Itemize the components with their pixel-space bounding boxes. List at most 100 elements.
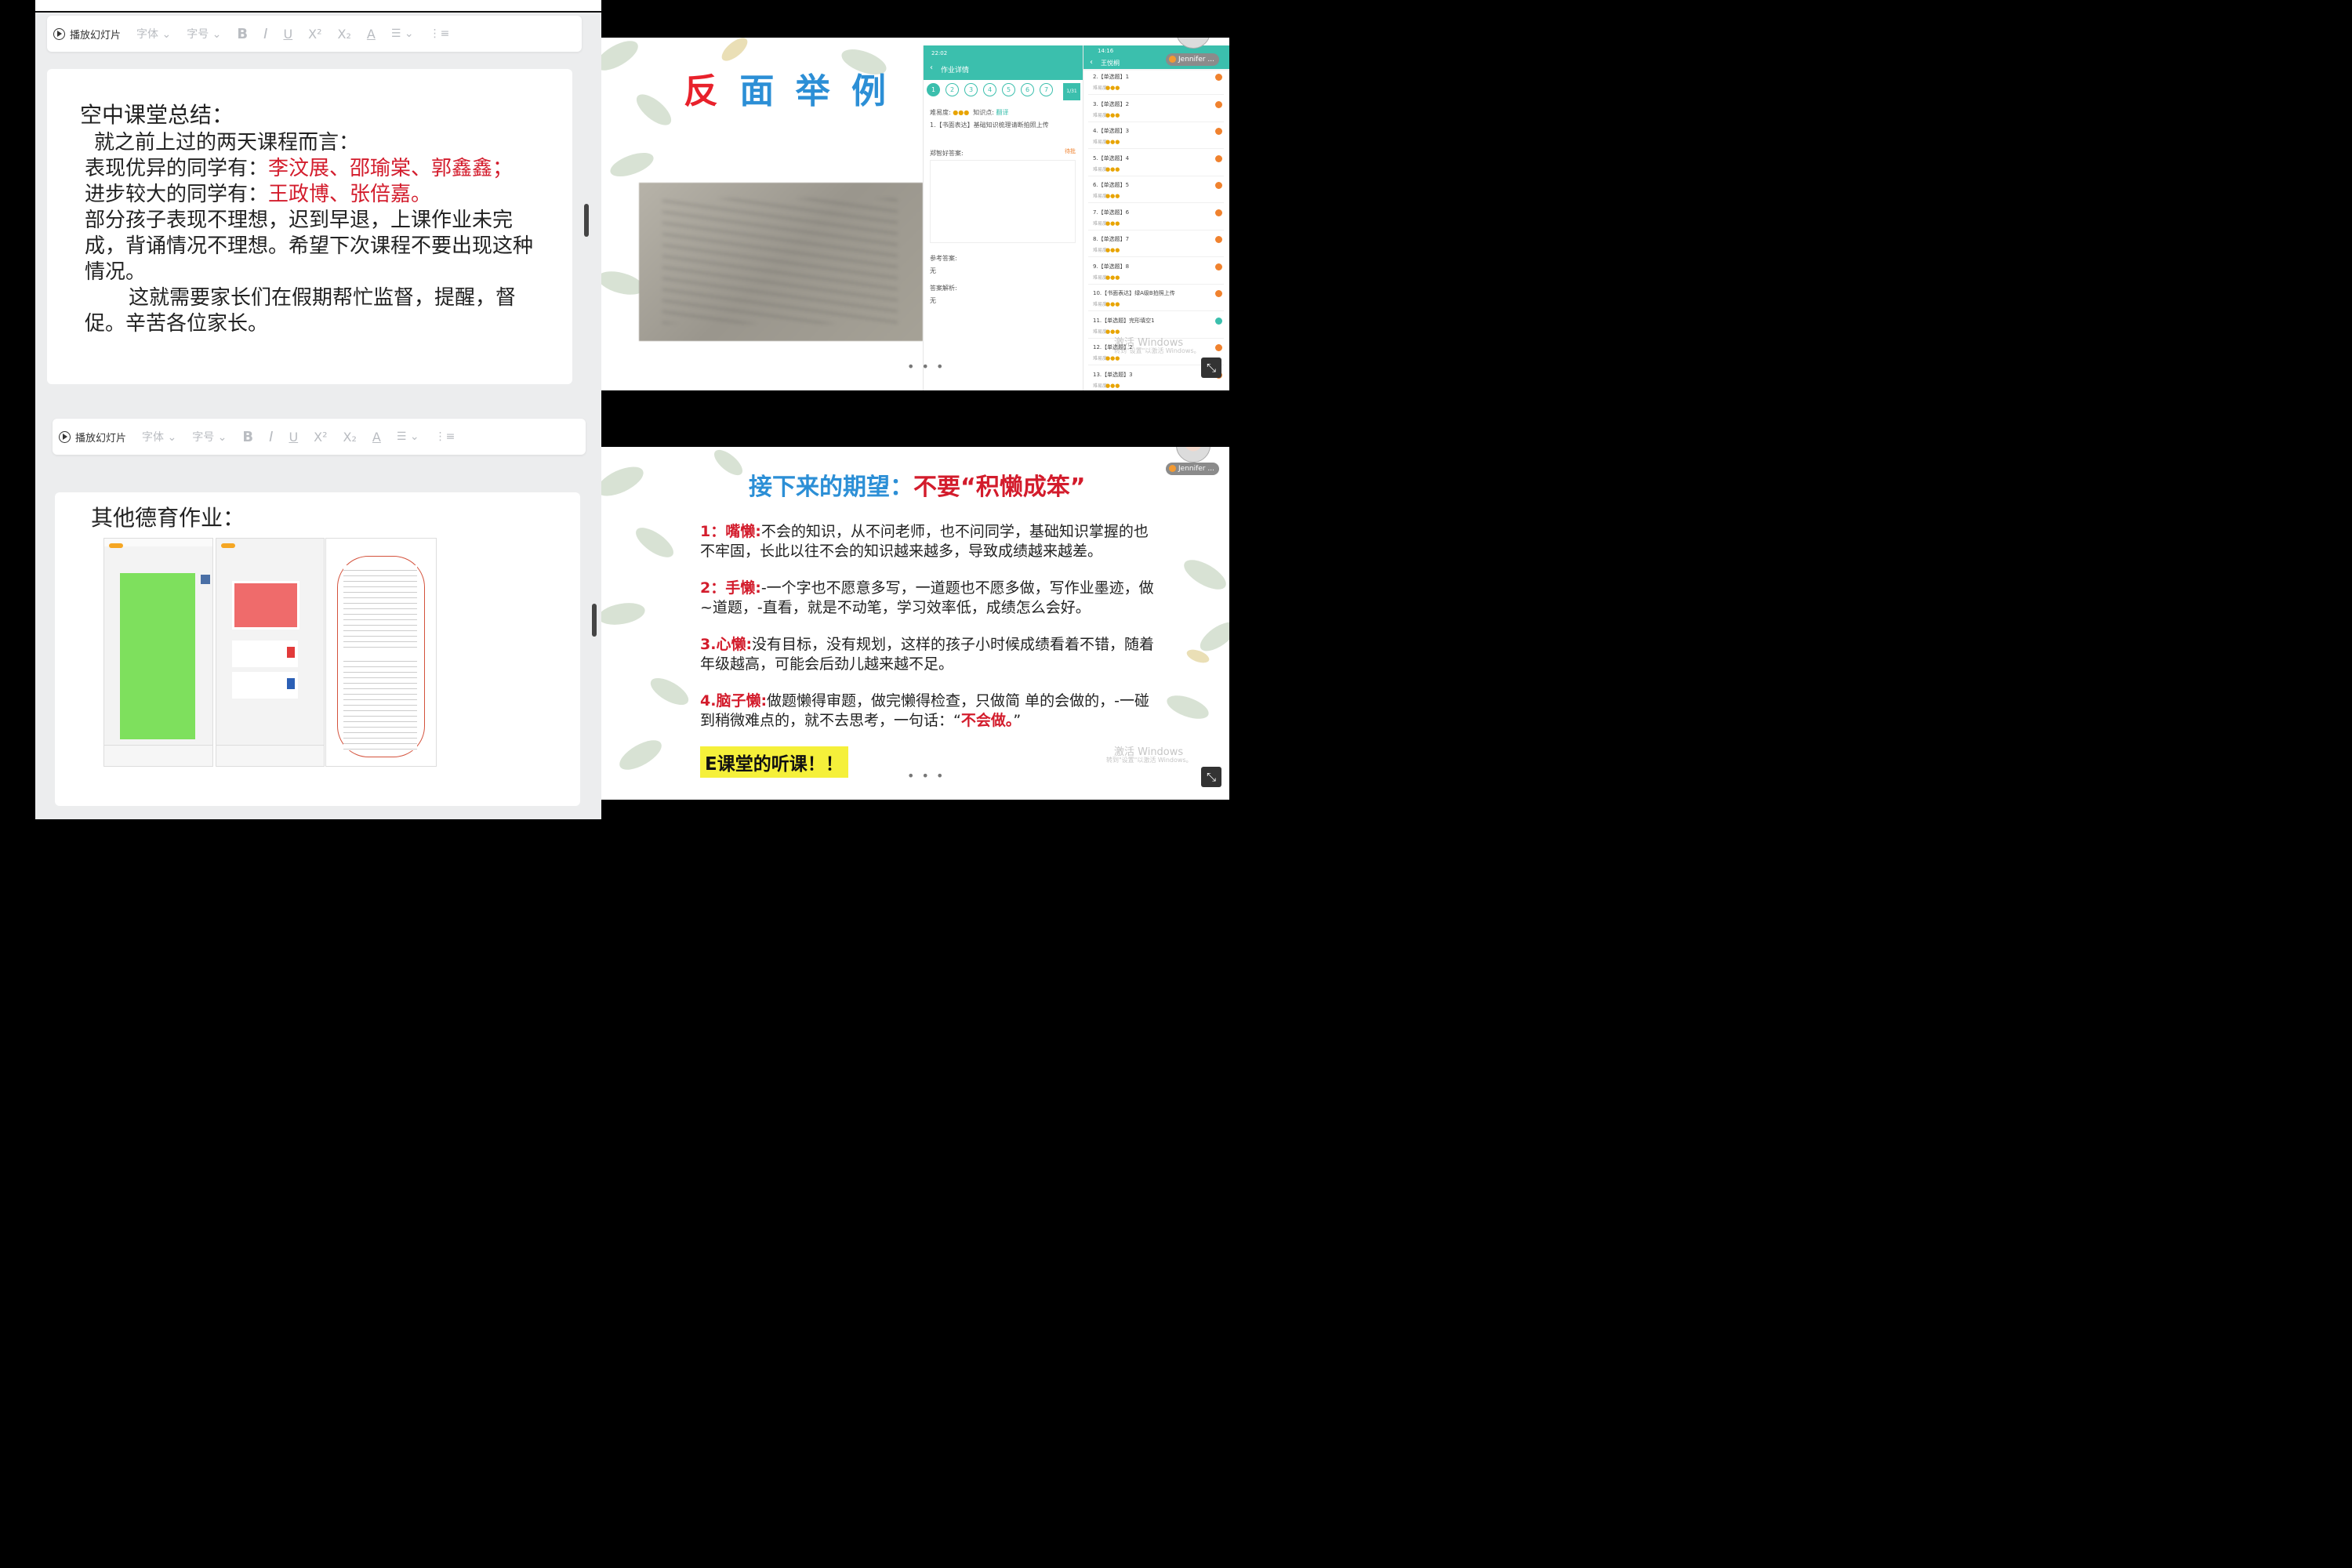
font-color-button[interactable]: A — [367, 27, 376, 42]
question-list-label: 3.【单选题】2 — [1093, 100, 1130, 107]
expectation-item-1: 1：嘴懒:不会的知识，从不问老师，也不问同学，基础知识掌握的也不牢固，长此以往不… — [700, 523, 1149, 560]
bold-button-2[interactable]: B — [242, 429, 253, 445]
numbered-list-button[interactable]: ⋮≡ — [430, 27, 450, 40]
question-list-label: 8.【单选题】7 — [1093, 236, 1130, 242]
question-list-item[interactable]: 5.【单选题】4 难易度: ●●● — [1088, 152, 1224, 176]
difficulty-stars: ●●● — [1105, 382, 1120, 389]
back-icon-2[interactable]: ‹ — [1090, 58, 1093, 67]
font-select-2[interactable]: 字体 ⌄ — [142, 429, 176, 445]
question-list-item[interactable]: 6.【单选题】5 难易度: ●●● — [1088, 179, 1224, 203]
size-select[interactable]: 字号 ⌄ — [187, 26, 221, 42]
leaf-decoration — [607, 147, 657, 182]
title-char: 例 — [851, 71, 891, 111]
difficulty-stars: ●●● — [1105, 247, 1120, 253]
question-list-item[interactable]: 9.【单选题】8 难易度: ●●● — [1088, 260, 1224, 285]
scroll-handle[interactable] — [584, 204, 589, 237]
question-list-item[interactable]: 3.【单选题】2 难易度: ●●● — [1088, 98, 1224, 122]
reference-label: 参考答案: — [930, 255, 957, 262]
message-bubble — [120, 573, 195, 739]
leaf-decoration — [1163, 691, 1212, 724]
status-icon — [1215, 263, 1222, 270]
play-slideshow-button-2[interactable]: 播放幻灯片 — [59, 430, 126, 445]
progress-names: 王政博、张倍嘉。 — [268, 183, 432, 206]
form-table — [343, 656, 417, 750]
question-number-3[interactable]: 3 — [964, 83, 978, 96]
homework-detail-screen: 22:02 ‹ 作业详情 1234567 1/31 难易度: ●●● 知识点: … — [923, 45, 1083, 390]
scroll-handle-2[interactable] — [592, 604, 597, 637]
italic-button-2[interactable]: I — [269, 429, 273, 445]
leaf-decoration — [601, 599, 647, 629]
question-list-label: 9.【单选题】8 — [1093, 263, 1130, 270]
progress-students: 进步较大的同学有：王政博、张倍嘉。 — [85, 183, 432, 206]
status-icon — [1215, 182, 1222, 189]
reference-value: 无 — [930, 267, 936, 274]
answer-box — [930, 160, 1076, 243]
form-table — [343, 565, 417, 652]
question-number-2[interactable]: 2 — [946, 83, 959, 96]
answer-label: 郑智好答案: — [930, 150, 964, 157]
knowledge-value: 翻译 — [996, 109, 1009, 116]
windows-activation-sub-2: 转到"设置"以激活 Windows。 — [1106, 757, 1192, 764]
pdf-icon — [287, 647, 295, 658]
underline-button-2[interactable]: U — [289, 430, 298, 445]
leaf-decoration — [601, 460, 648, 503]
student-name-header: 王悦桐 — [1101, 60, 1120, 67]
question-list-item[interactable]: 4.【单选题】3 难易度: ●●● — [1088, 125, 1224, 149]
subscript-button[interactable]: X₂ — [338, 27, 351, 42]
question-number-6[interactable]: 6 — [1021, 83, 1034, 96]
more-options-dots[interactable]: • • • — [907, 359, 945, 374]
more-options-dots-2[interactable]: • • • — [907, 768, 945, 783]
font-color-button-2[interactable]: A — [372, 430, 381, 445]
question-list-item[interactable]: 8.【单选题】7 难易度: ●●● — [1088, 233, 1224, 257]
avatar — [201, 575, 210, 584]
leaf-decoration — [601, 38, 643, 77]
question-number-5[interactable]: 5 — [1002, 83, 1015, 96]
question-list-item[interactable]: 10.【书面表达】绿A级B拍照上传 难易度: ●●● — [1088, 287, 1224, 311]
question-number-1[interactable]: 1 — [927, 83, 940, 96]
question-list-label: 11.【单选题】完形填空1 — [1093, 317, 1155, 324]
status-icon — [1215, 344, 1222, 351]
expectation-item-2: 2：手懒:-一个字也不愿意多写，一道题也不愿多做，写作业墨迹，做~道题，-直看，… — [700, 579, 1154, 616]
negative-example-title: 反 面 举 例 — [684, 63, 891, 113]
question-list-item[interactable]: 2.【单选题】1 难易度: ●●● — [1088, 71, 1224, 95]
expand-icon[interactable]: ⤡ — [1201, 358, 1221, 378]
expand-icon-2[interactable]: ⤡ — [1201, 767, 1221, 787]
superscript-button-2[interactable]: X² — [314, 430, 327, 445]
homework-detail-header: 作业详情 — [941, 67, 970, 74]
font-select[interactable]: 字体 ⌄ — [136, 26, 171, 42]
moral-title: 其他德育作业： — [91, 505, 245, 531]
superscript-button[interactable]: X² — [308, 27, 321, 42]
summary-line1: 就之前上过的两天课程而言： — [94, 131, 360, 154]
question-number-7[interactable]: 7 — [1040, 83, 1053, 96]
leaf-decoration — [1179, 554, 1229, 596]
title-char: 举 — [795, 71, 851, 111]
leaf-decoration — [631, 89, 677, 131]
status-icon — [1215, 128, 1222, 135]
analysis-label: 答案解析: — [930, 285, 957, 292]
question-list-item[interactable]: 7.【单选题】6 难易度: ●●● — [1088, 206, 1224, 230]
title-char: 反 — [684, 71, 740, 111]
bold-button[interactable]: B — [237, 26, 248, 42]
shared-image — [232, 581, 299, 630]
play-slideshow-button[interactable]: 播放幻灯片 — [53, 27, 121, 42]
doc-icon — [287, 678, 295, 689]
status-icon — [1215, 100, 1222, 108]
subscript-button-2[interactable]: X₂ — [343, 430, 357, 445]
back-icon[interactable]: ‹ — [930, 64, 933, 72]
numbered-list-button-2[interactable]: ⋮≡ — [435, 430, 456, 443]
list-button[interactable]: ☰ ⌄ — [391, 27, 414, 40]
time-pill — [109, 543, 123, 548]
chat-screenshot-1 — [103, 538, 213, 767]
list-button-2[interactable]: ☰ ⌄ — [397, 430, 419, 443]
difficulty-stars: ●●● — [1105, 355, 1120, 361]
analysis-value: 无 — [930, 297, 936, 304]
question-number-bar: 1234567 1/31 — [927, 83, 1083, 100]
summary-title: 空中课堂总结： — [80, 102, 234, 128]
underline-button[interactable]: U — [283, 27, 292, 42]
difficulty-label: 难易度: — [930, 109, 951, 116]
listen-in-class-highlight: E课堂的听课！！ — [700, 746, 848, 778]
status-icon — [1215, 154, 1222, 162]
size-select-2[interactable]: 字号 ⌄ — [192, 429, 227, 445]
question-number-4[interactable]: 4 — [983, 83, 996, 96]
italic-button[interactable]: I — [263, 26, 267, 42]
